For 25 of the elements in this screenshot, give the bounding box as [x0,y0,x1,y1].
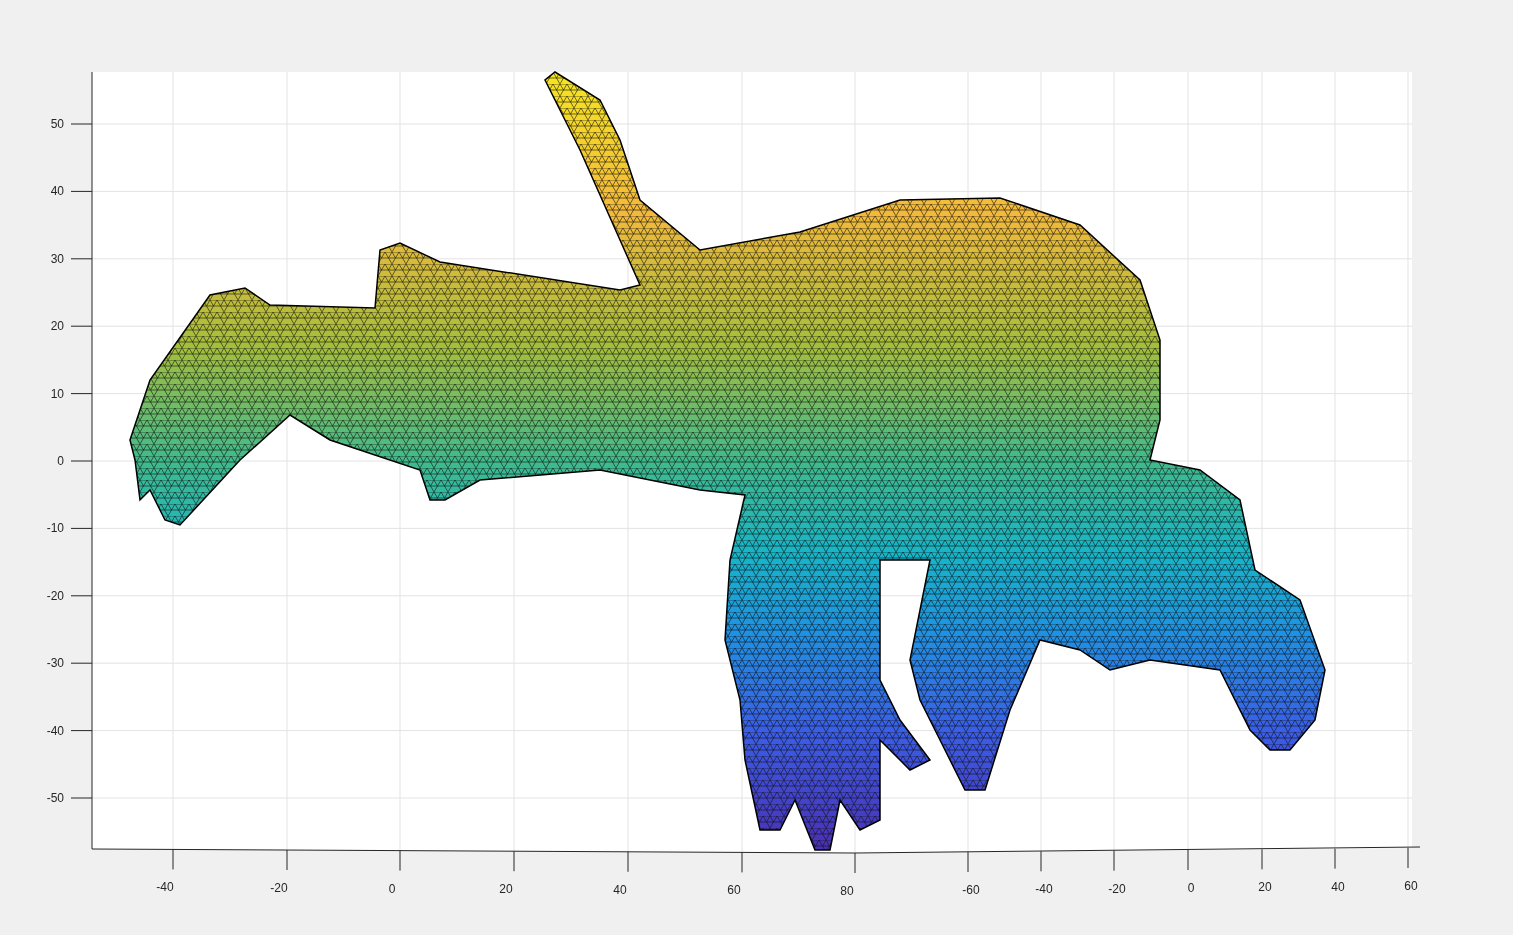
y-tick-label: -30 [46,656,64,671]
x-tick-label: 40 [613,882,627,897]
y-tick-label: 10 [50,386,64,401]
y-tick-label: 30 [50,251,64,266]
x-tick-label: 80 [840,884,854,898]
y-tick-label: -10 [46,521,64,536]
x-tick-label: 20 [499,882,513,897]
x-tick-label: -20 [1108,881,1126,896]
x-tick-label: 0 [1187,881,1195,895]
x-tick-label: 20 [1258,880,1272,895]
y-tick-label: -20 [46,588,64,603]
y-tick-label: 40 [50,184,64,199]
x-tick-label: 60 [727,883,741,898]
y-tick-label: 50 [50,117,64,131]
y-tick-label: 20 [50,319,64,334]
x-tick-label: -40 [156,880,174,895]
y-tick-label: -50 [46,791,64,805]
x-tick-label: 0 [388,881,396,896]
x-tick-label: -20 [270,881,288,895]
x-tick-label: 40 [1331,879,1345,894]
y-tick-label: -40 [46,723,64,738]
x-tick-label: -60 [962,883,980,897]
y-tick-label: 0 [57,454,64,468]
x-tick-label: -40 [1035,882,1053,897]
x-tick-label: 60 [1404,879,1418,893]
